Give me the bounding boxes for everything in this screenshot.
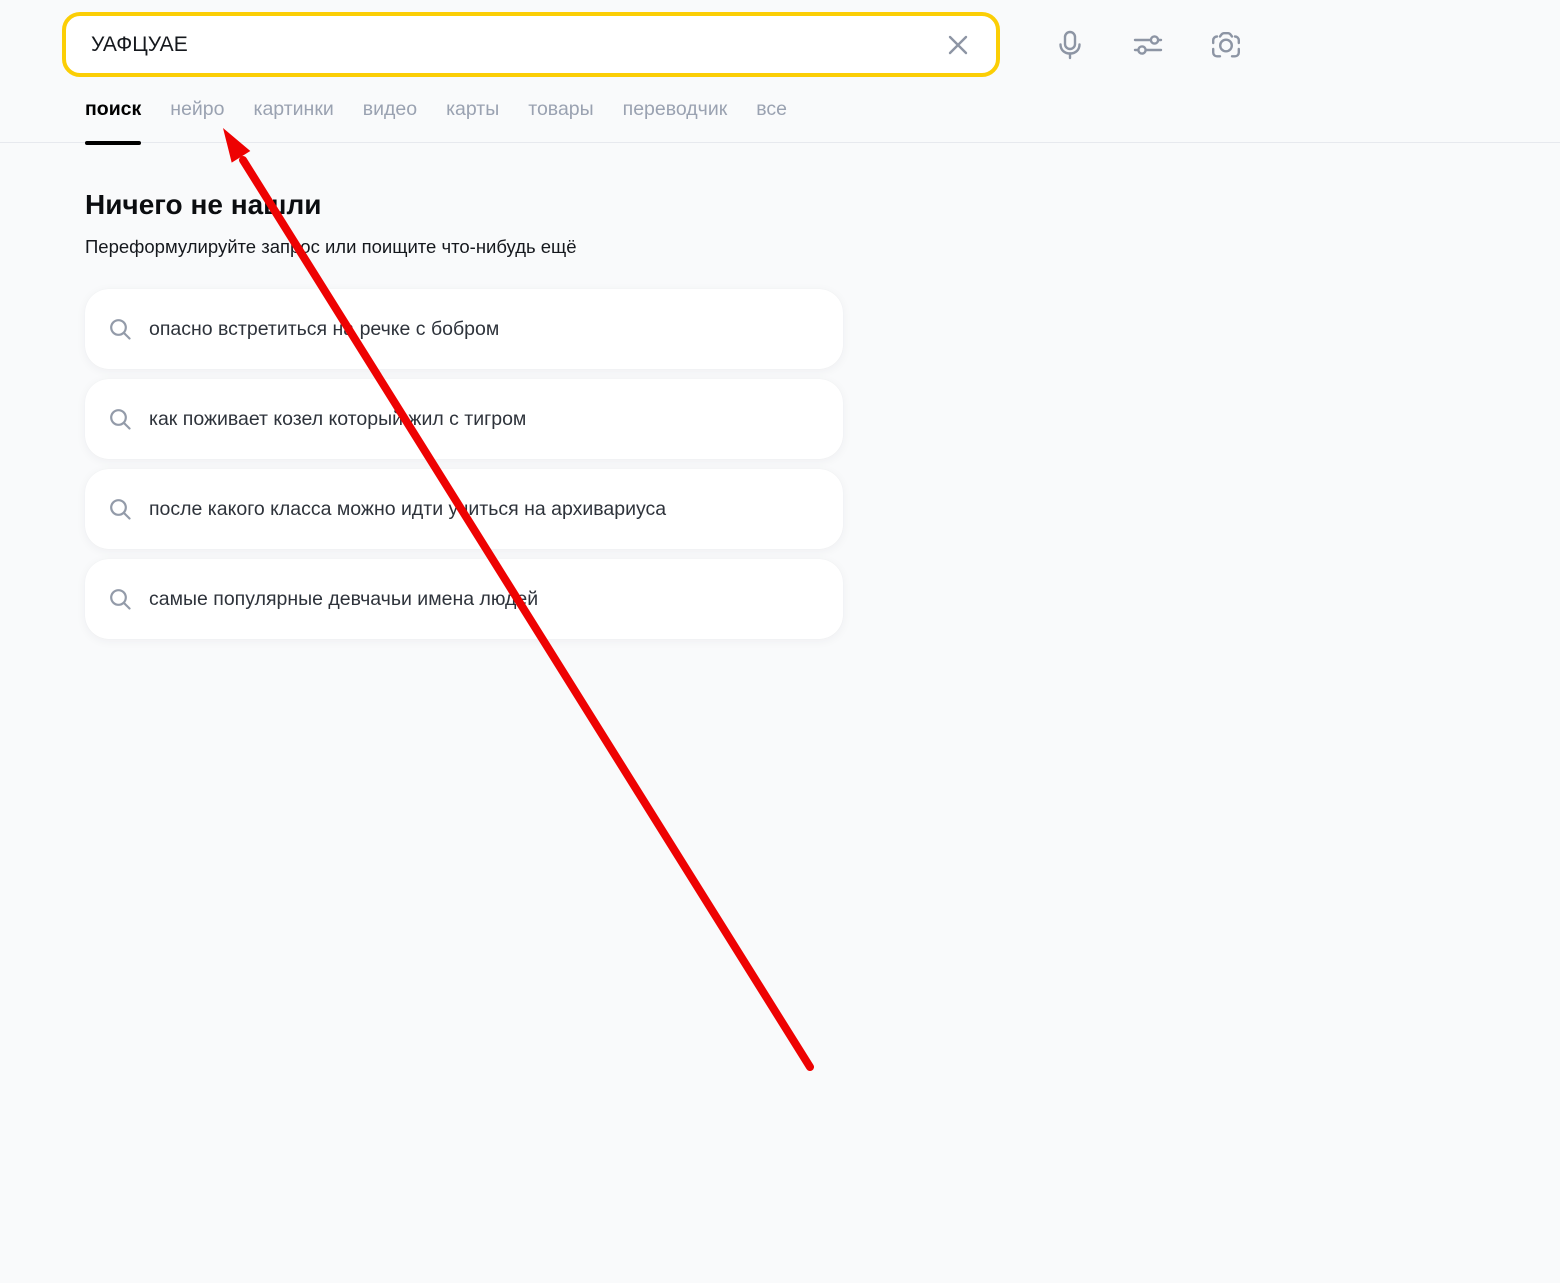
tab-products[interactable]: товары — [528, 98, 593, 143]
suggestion-text: самые популярные девчачьи имена людей — [149, 587, 539, 610]
tab-neuro[interactable]: нейро — [170, 98, 224, 143]
tab-search-label: поиск — [85, 98, 142, 120]
microphone-icon — [1053, 28, 1087, 62]
suggestion-card[interactable]: после какого класса можно идти учиться н… — [85, 469, 843, 549]
search-tabs: поиск нейро картинки видео карты товары … — [0, 89, 1560, 145]
voice-search-button[interactable] — [1053, 28, 1087, 62]
x-icon — [945, 32, 971, 58]
tab-products-label: товары — [528, 98, 594, 120]
tab-maps-label: карты — [446, 98, 500, 120]
results-area: Ничего не нашли Переформулируйте запрос … — [85, 143, 845, 639]
camera-icon — [1209, 28, 1243, 62]
suggestion-card[interactable]: как поживает козел который жил с тигром — [85, 379, 843, 459]
tab-all[interactable]: все — [756, 98, 787, 143]
search-box[interactable] — [62, 12, 1000, 77]
empty-state-title: Ничего не нашли — [85, 189, 322, 220]
image-search-button[interactable] — [1209, 28, 1243, 62]
magnifier-icon — [108, 497, 133, 522]
suggestion-card[interactable]: самые популярные девчачьи имена людей — [85, 559, 843, 639]
suggestion-text: опасно встретиться на речке с бобром — [149, 317, 500, 340]
magnifier-icon — [108, 587, 133, 612]
search-input[interactable] — [91, 32, 940, 57]
suggestions-list: опасно встретиться на речке с бобром как… — [85, 289, 845, 639]
tab-video[interactable]: видео — [363, 98, 417, 143]
magnifier-icon — [108, 407, 133, 432]
tab-search[interactable]: поиск — [85, 98, 142, 145]
search-bar — [62, 12, 1000, 77]
search-toolbar — [1053, 0, 1243, 89]
tab-video-label: видео — [362, 98, 418, 120]
tab-images-label: картинки — [253, 98, 334, 120]
filters-button[interactable] — [1131, 28, 1165, 62]
sliders-icon — [1131, 28, 1165, 62]
tab-maps[interactable]: карты — [446, 98, 499, 143]
tab-translator[interactable]: переводчик — [623, 98, 728, 143]
suggestion-card[interactable]: опасно встретиться на речке с бобром — [85, 289, 843, 369]
tab-neuro-label: нейро — [170, 98, 225, 120]
magnifier-icon — [108, 317, 133, 342]
tab-translator-label: переводчик — [622, 98, 728, 120]
clear-search-button[interactable] — [940, 27, 976, 63]
tab-images[interactable]: картинки — [254, 98, 334, 143]
tab-all-label: все — [756, 98, 788, 120]
empty-state-subtitle: Переформулируйте запрос или поищите что-… — [85, 236, 577, 257]
suggestion-text: как поживает козел который жил с тигром — [149, 407, 527, 430]
suggestion-text: после какого класса можно идти учиться н… — [149, 497, 667, 520]
